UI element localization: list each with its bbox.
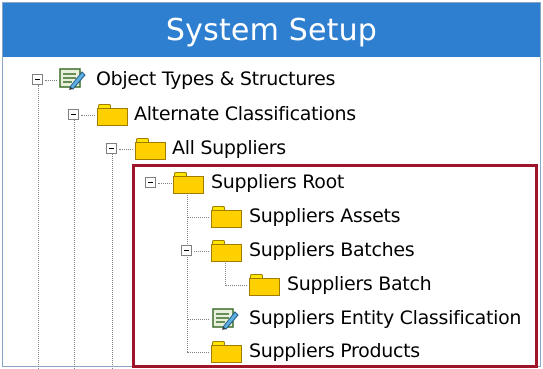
highlight-box	[132, 164, 538, 368]
tree-connector	[45, 80, 57, 81]
tree-guide-line	[112, 154, 113, 369]
tree-connector	[119, 149, 133, 150]
tree-node-alternate-classifications[interactable]: Alternate Classifications	[134, 103, 356, 125]
collapse-toggle[interactable]	[32, 74, 43, 85]
folder-icon	[96, 103, 129, 127]
collapse-toggle[interactable]	[68, 109, 79, 120]
tree-node-object-types-structures[interactable]: Object Types & Structures	[96, 68, 335, 90]
tree-guide-line	[38, 85, 39, 369]
tree-guide-line	[74, 120, 75, 369]
object-type-icon	[58, 66, 86, 90]
tree-node-all-suppliers[interactable]: All Suppliers	[172, 137, 286, 159]
collapse-toggle[interactable]	[106, 143, 117, 154]
tree-connector	[81, 115, 95, 116]
folder-icon	[134, 137, 167, 161]
